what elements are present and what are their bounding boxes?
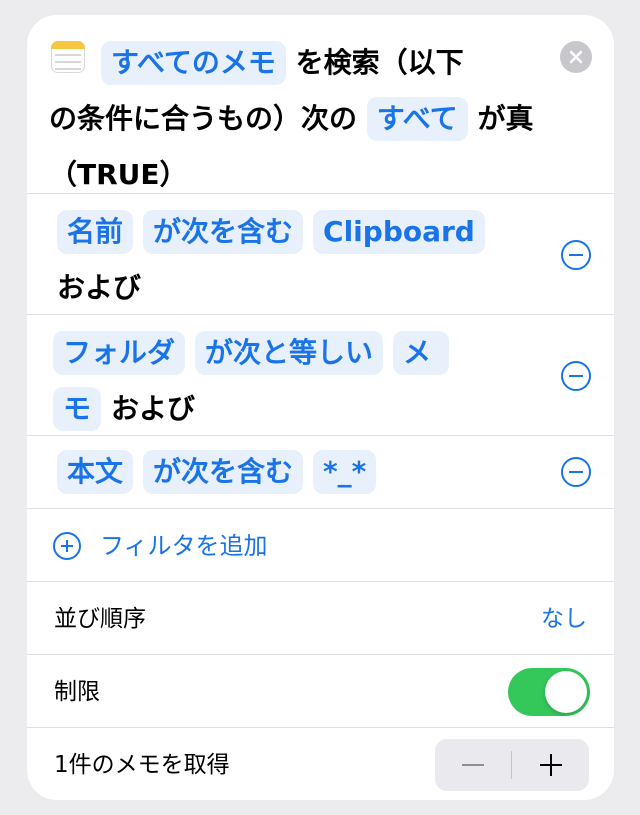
limit-toggle[interactable] xyxy=(508,668,590,716)
decrement-button[interactable] xyxy=(435,739,511,791)
filter-row-body: 本文 が次を含む *_* xyxy=(27,436,614,509)
sort-order-value[interactable]: なし xyxy=(541,602,587,636)
condition-text: の条件に合うもの）次の xyxy=(49,102,358,135)
count-label: 1件のメモを取得 xyxy=(54,752,230,778)
add-filter-label: フィルタを追加 xyxy=(100,532,268,560)
filter-field-chip[interactable]: 本文 xyxy=(57,450,134,494)
filter-row-folder: フォルダ が次と等しいメ モおよび xyxy=(27,315,614,436)
all-conditions-chip[interactable]: すべて xyxy=(366,97,468,141)
action-header: すべてのメモ を検索（以下 の条件に合うもの）次の すべて が真 （TRUE） xyxy=(27,15,614,194)
filter-row-name: 名前 が次を含む Clipboard および xyxy=(27,194,614,315)
sort-order-label: 並び順序 xyxy=(54,606,146,632)
filter-field-chip[interactable]: 名前 xyxy=(57,210,134,254)
remove-filter-button[interactable] xyxy=(561,457,591,487)
minus-icon xyxy=(569,375,583,377)
sort-order-row[interactable]: 並び順序 なし xyxy=(27,582,614,655)
filter-operator-chip[interactable]: が次を含む xyxy=(143,450,304,494)
filter-conjunction: および xyxy=(111,392,196,425)
filter-operator-chip[interactable]: が次を含む xyxy=(143,210,304,254)
close-button[interactable] xyxy=(560,41,592,73)
find-notes-action-card: すべてのメモ を検索（以下 の条件に合うもの）次の すべて が真 （TRUE） … xyxy=(27,15,614,800)
plus-icon xyxy=(540,754,562,776)
true-text: （TRUE） xyxy=(49,158,188,191)
count-row: 1件のメモを取得 xyxy=(27,728,614,800)
close-icon xyxy=(569,50,583,64)
filter-conjunction: および xyxy=(57,271,142,304)
filter-value-chip[interactable]: *_* xyxy=(313,450,377,494)
is-true-text: が真 xyxy=(477,102,534,135)
action-title: すべてのメモ を検索（以下 の条件に合うもの）次の すべて が真 （TRUE） xyxy=(49,35,559,203)
limit-label: 制限 xyxy=(54,679,100,705)
minus-icon xyxy=(462,764,484,766)
search-text: を検索（以下 xyxy=(295,46,464,79)
add-filter-row[interactable]: フィルタを追加 xyxy=(27,509,614,582)
remove-filter-button[interactable] xyxy=(561,240,591,270)
limit-row: 制限 xyxy=(27,655,614,728)
increment-button[interactable] xyxy=(513,739,589,791)
remove-filter-button[interactable] xyxy=(561,361,591,391)
count-stepper xyxy=(435,739,589,791)
toggle-knob xyxy=(545,671,587,713)
minus-icon xyxy=(569,254,583,256)
all-notes-chip[interactable]: すべてのメモ xyxy=(101,41,286,85)
plus-circle-icon xyxy=(53,532,81,560)
filter-field-chip[interactable]: フォルダ xyxy=(53,331,186,375)
minus-icon xyxy=(569,471,583,473)
filter-value-chip-continued[interactable]: モ xyxy=(53,387,102,431)
filter-value-chip[interactable]: Clipboard xyxy=(313,210,485,254)
filter-operator-chip[interactable]: が次と等しい xyxy=(195,331,384,375)
filter-value-chip[interactable]: メ xyxy=(393,331,450,375)
